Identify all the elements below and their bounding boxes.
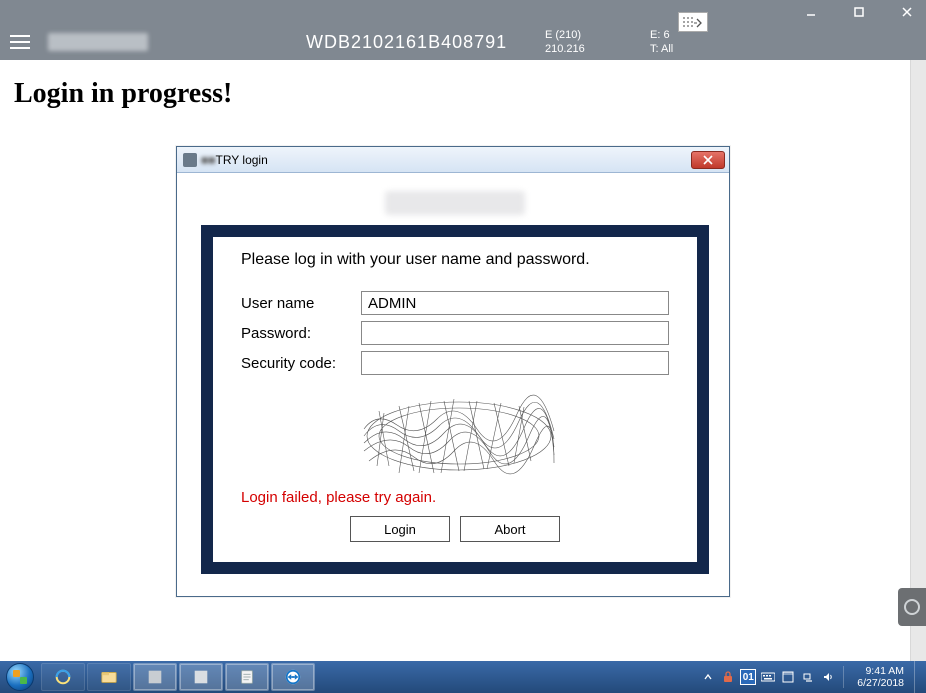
vertical-scrollbar[interactable] bbox=[910, 60, 926, 661]
teamviewer-side-panel[interactable] bbox=[898, 588, 926, 626]
tray-keyboard-icon[interactable] bbox=[760, 669, 776, 685]
captcha-image bbox=[359, 381, 559, 481]
taskbar-item-explorer[interactable] bbox=[87, 663, 131, 691]
header-grip-handle[interactable] bbox=[678, 12, 708, 32]
username-input[interactable] bbox=[361, 291, 669, 315]
dialog-brand-logo bbox=[385, 191, 525, 215]
content-area: Login in progress! ■■TRY login Please lo… bbox=[0, 60, 926, 661]
password-input[interactable] bbox=[361, 321, 669, 345]
show-desktop-button[interactable] bbox=[914, 661, 924, 693]
window-close-button[interactable] bbox=[894, 4, 920, 20]
window-titlebar bbox=[0, 0, 926, 24]
tray-network-icon[interactable] bbox=[800, 669, 816, 685]
window-maximize-button[interactable] bbox=[846, 4, 872, 20]
taskbar: 01 9:41 AM 6/27/2018 bbox=[0, 661, 926, 693]
security-code-label: Security code: bbox=[241, 355, 361, 372]
header-model-line1: E (210) bbox=[545, 28, 585, 42]
abort-button[interactable]: Abort bbox=[460, 516, 560, 542]
menu-hamburger-button[interactable] bbox=[0, 24, 40, 60]
dialog-title-text: ■■TRY login bbox=[201, 153, 268, 167]
app-logo bbox=[48, 33, 148, 51]
login-form: Please log in with your user name and pa… bbox=[213, 237, 697, 562]
clock-time: 9:41 AM bbox=[857, 665, 904, 677]
login-instruction: Please log in with your user name and pa… bbox=[241, 251, 669, 269]
tray-action-center-icon[interactable] bbox=[780, 669, 796, 685]
tray-volume-icon[interactable] bbox=[820, 669, 836, 685]
system-tray: 01 9:41 AM 6/27/2018 bbox=[698, 661, 926, 693]
header-vin: WDB2102161B408791 bbox=[306, 32, 507, 53]
header-model-info: E (210) 210.216 bbox=[545, 28, 585, 56]
taskbar-item-teamviewer[interactable] bbox=[271, 663, 315, 691]
dialog-titlebar[interactable]: ■■TRY login bbox=[177, 147, 729, 173]
login-error-message: Login failed, please try again. bbox=[241, 489, 669, 506]
header-model-line2: 210.216 bbox=[545, 42, 585, 56]
login-dialog: ■■TRY login Please log in with your user… bbox=[176, 146, 730, 597]
dialog-body: Please log in with your user name and pa… bbox=[177, 173, 729, 596]
header-filter-line2: T: All bbox=[650, 42, 673, 56]
clock-date: 6/27/2018 bbox=[857, 677, 904, 689]
security-code-input[interactable] bbox=[361, 351, 669, 375]
taskbar-item-app2[interactable] bbox=[179, 663, 223, 691]
header-filter-info: E: 6 T: All bbox=[650, 28, 673, 56]
tray-badge[interactable]: 01 bbox=[740, 669, 756, 685]
taskbar-item-ie[interactable] bbox=[41, 663, 85, 691]
header-filter-line1: E: 6 bbox=[650, 28, 673, 42]
username-label: User name bbox=[241, 295, 361, 312]
tray-clock[interactable]: 9:41 AM 6/27/2018 bbox=[851, 665, 910, 689]
tray-expand-icon[interactable] bbox=[700, 669, 716, 685]
teamviewer-icon bbox=[904, 599, 920, 615]
dialog-app-icon bbox=[183, 153, 197, 167]
page-heading: Login in progress! bbox=[0, 60, 926, 110]
start-button[interactable] bbox=[0, 661, 40, 693]
app-header: WDB2102161B408791 E (210) 210.216 E: 6 T… bbox=[0, 24, 926, 60]
login-button[interactable]: Login bbox=[350, 516, 450, 542]
dialog-close-button[interactable] bbox=[691, 151, 725, 169]
taskbar-item-notes[interactable] bbox=[225, 663, 269, 691]
tray-security-icon[interactable] bbox=[720, 669, 736, 685]
password-label: Password: bbox=[241, 325, 361, 342]
window-minimize-button[interactable] bbox=[798, 4, 824, 20]
dialog-navy-frame: Please log in with your user name and pa… bbox=[201, 225, 709, 574]
taskbar-item-app1[interactable] bbox=[133, 663, 177, 691]
